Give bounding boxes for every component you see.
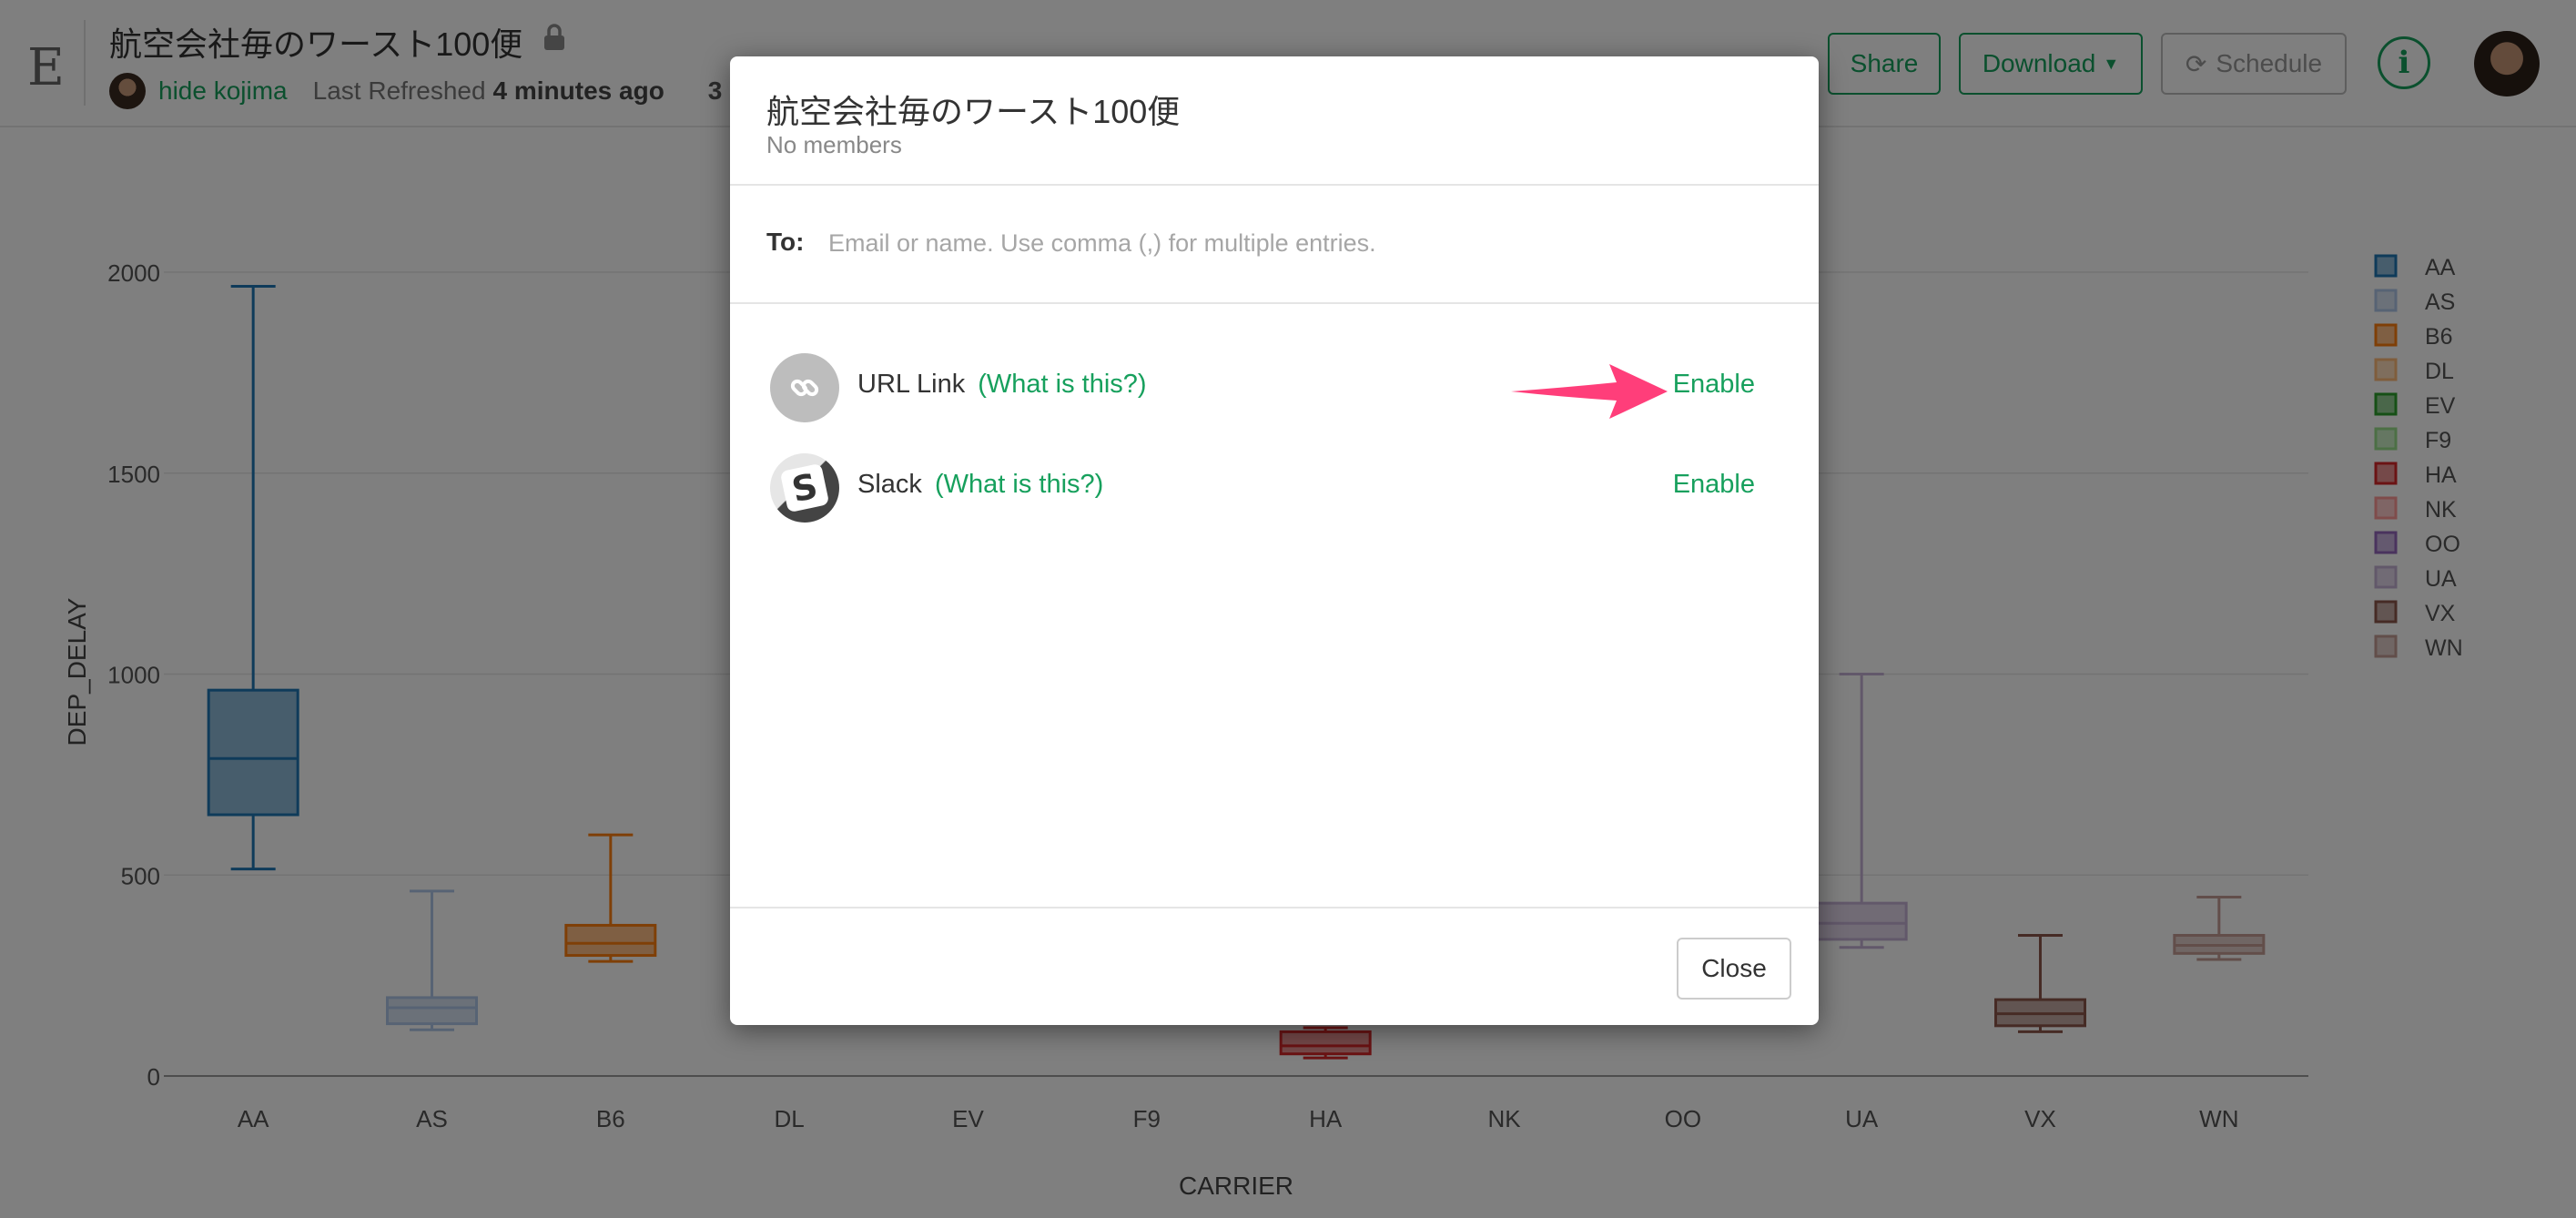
share-dialog: 航空会社毎のワースト100便 No members To: URL Link (… [730,56,1819,1025]
dialog-subtitle: No members [766,131,902,158]
dialog-footer: Close [730,907,1819,1025]
integration-slack-name: Slack (What is this?) [857,470,1103,500]
integration-url-label: URL Link [857,370,966,399]
integration-url-link: URL Link (What is this?) Enable [730,350,1819,426]
dialog-header: 航空会社毎のワースト100便 No members [730,56,1819,186]
integration-url-name: URL Link (What is this?) [857,370,1147,400]
url-link-enable-button[interactable]: Enable [1673,370,1755,400]
slack-icon: S [770,453,839,523]
recipient-row: To: [730,186,1819,304]
close-button[interactable]: Close [1677,938,1791,1000]
arrow-right-icon [1511,364,1668,419]
dialog-title: 航空会社毎のワースト100便 [766,93,1181,130]
url-link-help-link[interactable]: (What is this?) [978,370,1146,399]
to-label: To: [766,228,805,256]
recipient-input[interactable] [821,213,1777,273]
link-icon [770,353,839,422]
slack-enable-button[interactable]: Enable [1673,470,1755,500]
slack-logo-letter: S [779,462,830,513]
integration-slack-label: Slack [857,470,922,499]
slack-help-link[interactable]: (What is this?) [935,470,1103,499]
integration-slack: S Slack (What is this?) Enable [730,450,1819,526]
